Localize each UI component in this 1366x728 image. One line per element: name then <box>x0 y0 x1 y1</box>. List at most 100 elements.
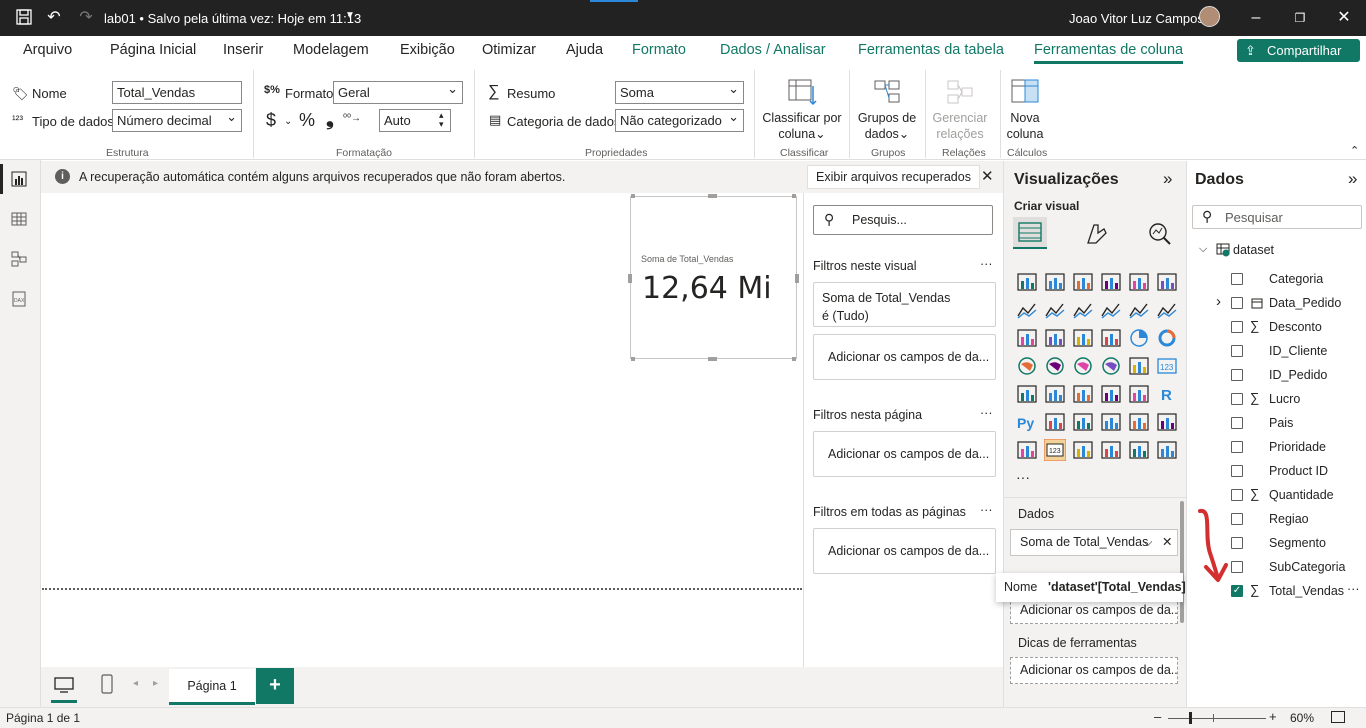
report-view-icon[interactable] <box>10 170 30 190</box>
more-options-icon[interactable]: ··· <box>980 503 993 517</box>
tab-exibicao[interactable]: Exibição <box>400 42 455 58</box>
dax-query-view-icon[interactable]: DAX <box>10 290 30 310</box>
build-visual-tab[interactable] <box>1013 217 1047 249</box>
slicer-icon[interactable] <box>1072 383 1094 405</box>
visual-filter-card[interactable]: Soma de Total_Vendas é (Tudo) <box>813 282 996 327</box>
slicer-new-icon[interactable] <box>1072 439 1094 461</box>
narrative-icon[interactable] <box>1128 411 1150 433</box>
power-automate-icon[interactable] <box>1128 439 1150 461</box>
datatype-select[interactable]: Número decimal <box>112 109 242 132</box>
python-visual-icon[interactable]: Py <box>1016 411 1038 433</box>
checkbox[interactable] <box>1231 273 1243 285</box>
resize-handle[interactable] <box>708 194 717 198</box>
thousands-button[interactable]: ❟ <box>326 108 334 131</box>
tab-formato[interactable]: Formato <box>632 42 686 58</box>
paginated-report-icon[interactable] <box>1016 439 1038 461</box>
model-view-icon[interactable] <box>10 250 30 270</box>
chevron-right-icon[interactable]: › <box>1216 293 1221 310</box>
clustered-column-icon[interactable] <box>1100 271 1122 293</box>
currency-button[interactable]: $ <box>266 110 276 131</box>
share-button[interactable]: ⇪ Compartilhar <box>1237 39 1360 62</box>
tab-inserir[interactable]: Inserir <box>223 42 263 58</box>
field-item[interactable]: Prioridade <box>1187 435 1366 459</box>
field-item[interactable]: ∑ Lucro <box>1187 387 1366 411</box>
show-recovered-button[interactable]: Exibir arquivos recuperados <box>807 165 980 189</box>
category-select[interactable]: Não categorizado <box>615 109 744 132</box>
100-stacked-column-icon[interactable] <box>1156 271 1178 293</box>
treemap-icon[interactable] <box>1016 355 1038 377</box>
checkbox[interactable] <box>1231 321 1243 333</box>
close-icon[interactable]: ✕ <box>1334 8 1354 28</box>
tab-modelagem[interactable]: Modelagem <box>293 42 369 58</box>
stacked-bar-icon[interactable] <box>1016 271 1038 293</box>
add-fields-visual-well[interactable]: Adicionar os campos de da... <box>813 334 996 380</box>
resize-handle[interactable] <box>631 194 635 198</box>
filled-map-icon[interactable] <box>1072 355 1094 377</box>
tab-dados-analisar[interactable]: Dados / Analisar <box>720 42 826 58</box>
checkbox[interactable] <box>1231 441 1243 453</box>
zoom-slider-thumb[interactable] <box>1189 712 1192 724</box>
more-visuals-icon[interactable]: ··· <box>1016 469 1030 485</box>
more-options-icon[interactable]: ··· <box>980 257 993 271</box>
remove-field-icon[interactable]: ✕ <box>1162 530 1172 555</box>
field-item[interactable]: Pais <box>1187 411 1366 435</box>
ribbon-collapse-icon[interactable]: ⌃ <box>1350 144 1359 157</box>
new-column-button[interactable]: Nova coluna <box>1004 110 1046 142</box>
redo-icon[interactable]: ↷ <box>76 8 96 28</box>
qa-icon[interactable] <box>1100 411 1122 433</box>
resize-handle[interactable] <box>792 357 796 361</box>
new-card-icon[interactable]: 123 <box>1043 438 1067 462</box>
mobile-layout-icon[interactable] <box>100 673 114 698</box>
viz-scrollbar[interactable] <box>1180 501 1184 623</box>
checkbox[interactable] <box>1231 489 1243 501</box>
data-search-input[interactable]: ⚲ Pesquisar <box>1192 205 1362 229</box>
restore-icon[interactable]: ❐ <box>1290 8 1310 28</box>
sort-by-column-button[interactable]: Classificar por coluna⌄ <box>760 110 844 142</box>
decimal-decrease-icon[interactable]: ⁰⁰→ <box>343 113 361 124</box>
matrix-icon[interactable] <box>1128 383 1150 405</box>
chevron-icon[interactable] <box>1156 439 1178 461</box>
analytics-icon[interactable] <box>1147 221 1173 250</box>
summary-select[interactable]: Soma <box>615 81 744 104</box>
field-item[interactable]: ID_Pedido <box>1187 363 1366 387</box>
add-page-button[interactable]: + <box>256 668 294 704</box>
field-item[interactable]: ∑ Desconto <box>1187 315 1366 339</box>
add-fields-page-well[interactable]: Adicionar os campos de da... <box>813 431 996 477</box>
minimize-icon[interactable]: – <box>1246 8 1266 28</box>
add-fields-all-well[interactable]: Adicionar os campos de da... <box>813 528 996 574</box>
area-chart-icon[interactable] <box>1044 299 1066 321</box>
pie-chart-icon[interactable] <box>1128 327 1150 349</box>
checkbox[interactable] <box>1231 465 1243 477</box>
waterfall-chart-icon[interactable] <box>1044 327 1066 349</box>
field-item[interactable]: ∑ Quantidade <box>1187 483 1366 507</box>
ribbon-chart-icon[interactable] <box>1016 327 1038 349</box>
more-options-icon[interactable]: ··· <box>1347 582 1360 596</box>
name-input[interactable]: Total_Vendas <box>112 81 242 104</box>
checkbox[interactable] <box>1231 537 1243 549</box>
kpi-icon[interactable] <box>1044 383 1066 405</box>
checkbox-checked[interactable]: ✓ <box>1231 585 1243 597</box>
chevron-down-icon[interactable]: ⌵ <box>1143 530 1152 555</box>
power-apps-icon[interactable] <box>1100 439 1122 461</box>
undo-icon[interactable]: ↶ <box>44 8 64 28</box>
resize-handle[interactable] <box>631 357 635 361</box>
title-dropdown-icon[interactable]: ▼ <box>345 10 355 21</box>
resize-handle[interactable] <box>708 357 717 361</box>
dismiss-icon[interactable]: ✕ <box>981 167 994 185</box>
checkbox[interactable] <box>1231 345 1243 357</box>
resize-handle[interactable] <box>795 274 799 283</box>
scatter-chart-icon[interactable] <box>1100 327 1122 349</box>
table-view-icon[interactable] <box>10 210 30 230</box>
filter-search-input[interactable]: ⚲ Pesquis... <box>813 205 993 235</box>
page-prev-icon[interactable]: ◂ <box>133 678 138 689</box>
zoom-in-icon[interactable]: + <box>1269 709 1277 724</box>
field-item[interactable]: Product ID <box>1187 459 1366 483</box>
format-visual-icon[interactable] <box>1084 221 1110 250</box>
line-clustered-column-icon[interactable] <box>1156 299 1178 321</box>
resize-handle[interactable] <box>792 194 796 198</box>
checkbox[interactable] <box>1231 369 1243 381</box>
chevron-down-icon[interactable]: ⌵ <box>1199 243 1207 256</box>
funnel-chart-icon[interactable] <box>1072 327 1094 349</box>
page-next-icon[interactable]: ▸ <box>153 678 158 689</box>
map-icon[interactable] <box>1044 355 1066 377</box>
